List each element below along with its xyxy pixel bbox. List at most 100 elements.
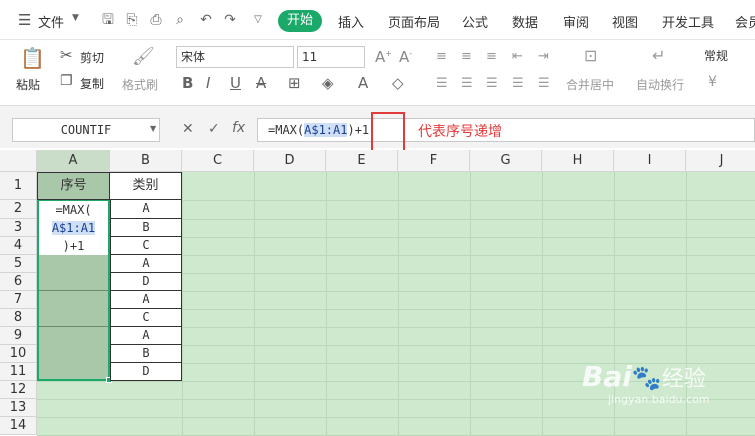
cell-b4[interactable]: C	[110, 237, 182, 255]
cell-b8[interactable]: C	[110, 309, 182, 327]
row-header-6[interactable]: 6	[0, 273, 37, 291]
copy-icon[interactable]: ❐	[60, 73, 73, 89]
scissors-icon[interactable]: ✂	[60, 46, 73, 64]
merge-center-icon[interactable]: ⊡	[584, 46, 597, 65]
row-header-10[interactable]: 10	[0, 345, 37, 363]
italic-icon[interactable]: I	[206, 74, 210, 92]
tab-review[interactable]: 审阅	[563, 12, 589, 31]
wrap-text-icon[interactable]: ↵	[652, 46, 665, 65]
align-left-icon[interactable]: ☰	[436, 76, 448, 91]
fill-color-icon[interactable]: ◈	[322, 74, 334, 92]
border-icon[interactable]: ⊞	[288, 74, 301, 92]
currency-button[interactable]: ¥	[708, 74, 717, 90]
col-header-j[interactable]: J	[686, 150, 755, 172]
bold-icon[interactable]: B	[182, 74, 193, 92]
row-header-11[interactable]: 11	[0, 363, 37, 381]
tab-member[interactable]: 会员	[735, 12, 755, 31]
tab-formulas[interactable]: 公式	[462, 12, 488, 31]
cell-b7[interactable]: A	[110, 291, 182, 309]
row-header-14[interactable]: 14	[0, 417, 37, 435]
row-header-12[interactable]: 12	[0, 381, 37, 399]
cell-b5[interactable]: A	[110, 255, 182, 273]
tab-view[interactable]: 视图	[612, 12, 638, 31]
font-color-icon[interactable]: A	[358, 74, 368, 92]
cancel-icon[interactable]: ✕	[182, 121, 194, 137]
copy-button[interactable]: 复制	[80, 75, 104, 92]
tab-data[interactable]: 数据	[512, 12, 538, 31]
indent-decrease-icon[interactable]: ⇤	[512, 49, 523, 64]
row-header-1[interactable]: 1	[0, 172, 37, 200]
preview-icon[interactable]: ⌕	[172, 12, 188, 28]
file-menu[interactable]: 文件	[38, 12, 64, 31]
align-right-icon[interactable]: ☰	[486, 76, 498, 91]
col-header-d[interactable]: D	[254, 150, 326, 172]
cell-a1[interactable]: 序号	[37, 172, 110, 200]
format-painter-button[interactable]: 格式刷	[122, 76, 158, 93]
col-header-h[interactable]: H	[542, 150, 614, 172]
indent-increase-icon[interactable]: ⇥	[538, 49, 549, 64]
align-middle-icon[interactable]: ≡	[461, 49, 472, 64]
row-header-7[interactable]: 7	[0, 291, 37, 309]
baidu-watermark: Bai🐾经验 jingyan.baidu.com	[582, 360, 710, 406]
paste-button[interactable]: 粘贴	[16, 76, 40, 93]
row-header-9[interactable]: 9	[0, 327, 37, 345]
chevron-down-icon[interactable]: ▼	[72, 13, 79, 23]
distribute-icon[interactable]: ☰	[538, 76, 550, 91]
undo-icon[interactable]: ↶	[198, 12, 214, 28]
col-header-e[interactable]: E	[326, 150, 398, 172]
row-header-3[interactable]: 3	[0, 219, 37, 237]
underline-icon[interactable]: U	[230, 74, 241, 92]
name-box[interactable]: COUNTIF	[12, 118, 160, 142]
align-bottom-icon[interactable]: ≡	[486, 49, 497, 64]
cell-b3[interactable]: B	[110, 219, 182, 237]
cell-b9[interactable]: A	[110, 327, 182, 345]
redo-icon[interactable]: ↷	[222, 12, 238, 28]
col-header-c[interactable]: C	[182, 150, 254, 172]
cell-b1[interactable]: 类别	[110, 172, 182, 200]
cut-button[interactable]: 剪切	[80, 49, 104, 66]
clear-format-icon[interactable]: ◇	[392, 74, 404, 92]
col-header-a[interactable]: A	[37, 150, 110, 172]
font-size-select[interactable]: 11	[297, 46, 365, 68]
confirm-icon[interactable]: ✓	[208, 121, 220, 137]
print-icon[interactable]: ⎙	[148, 12, 164, 28]
col-header-g[interactable]: G	[470, 150, 542, 172]
align-center-icon[interactable]: ☰	[461, 76, 473, 91]
formula-input[interactable]: =MAX(A$1:A1)+1	[257, 118, 755, 142]
cell-a2[interactable]: =MAX( A$1:A1 )+1	[39, 201, 108, 255]
number-format-select[interactable]: 常规	[700, 46, 755, 68]
col-header-i[interactable]: I	[614, 150, 686, 172]
row-header-13[interactable]: 13	[0, 399, 37, 417]
tab-page-layout[interactable]: 页面布局	[388, 12, 440, 31]
paste-icon[interactable]: 📋	[20, 46, 45, 70]
tab-insert[interactable]: 插入	[338, 12, 364, 31]
col-header-f[interactable]: F	[398, 150, 470, 172]
merge-center-button[interactable]: 合并居中	[566, 76, 614, 93]
font-grow-icon[interactable]: A+	[375, 48, 392, 66]
align-top-icon[interactable]: ≡	[436, 49, 447, 64]
export-icon[interactable]: ⎘	[124, 12, 140, 28]
cell-b10[interactable]: B	[110, 345, 182, 363]
row-header-5[interactable]: 5	[0, 255, 37, 273]
col-header-b[interactable]: B	[110, 150, 182, 172]
row-header-4[interactable]: 4	[0, 237, 37, 255]
more-icon[interactable]: ▽	[250, 12, 266, 28]
save-icon[interactable]: 🖫	[100, 12, 116, 28]
cell-b2[interactable]: A	[110, 200, 182, 219]
wrap-text-button[interactable]: 自动换行	[636, 76, 684, 93]
cell-b6[interactable]: D	[110, 273, 182, 291]
font-name-select[interactable]: 宋体	[176, 46, 294, 68]
name-box-dropdown-icon[interactable]: ▼	[150, 124, 156, 133]
row-header-2[interactable]: 2	[0, 200, 37, 219]
function-icon[interactable]: fx	[232, 120, 245, 136]
select-all-corner[interactable]	[0, 150, 37, 172]
justify-icon[interactable]: ☰	[512, 76, 524, 91]
row-header-8[interactable]: 8	[0, 309, 37, 327]
tab-start[interactable]: 开始	[278, 10, 322, 32]
strikethrough-icon[interactable]: A	[256, 74, 266, 92]
hamburger-icon[interactable]: ☰	[18, 11, 31, 29]
cell-b11[interactable]: D	[110, 363, 182, 381]
brush-icon[interactable]: 🖌	[132, 46, 155, 67]
font-shrink-icon[interactable]: A-	[399, 48, 412, 66]
tab-developer[interactable]: 开发工具	[662, 12, 714, 31]
